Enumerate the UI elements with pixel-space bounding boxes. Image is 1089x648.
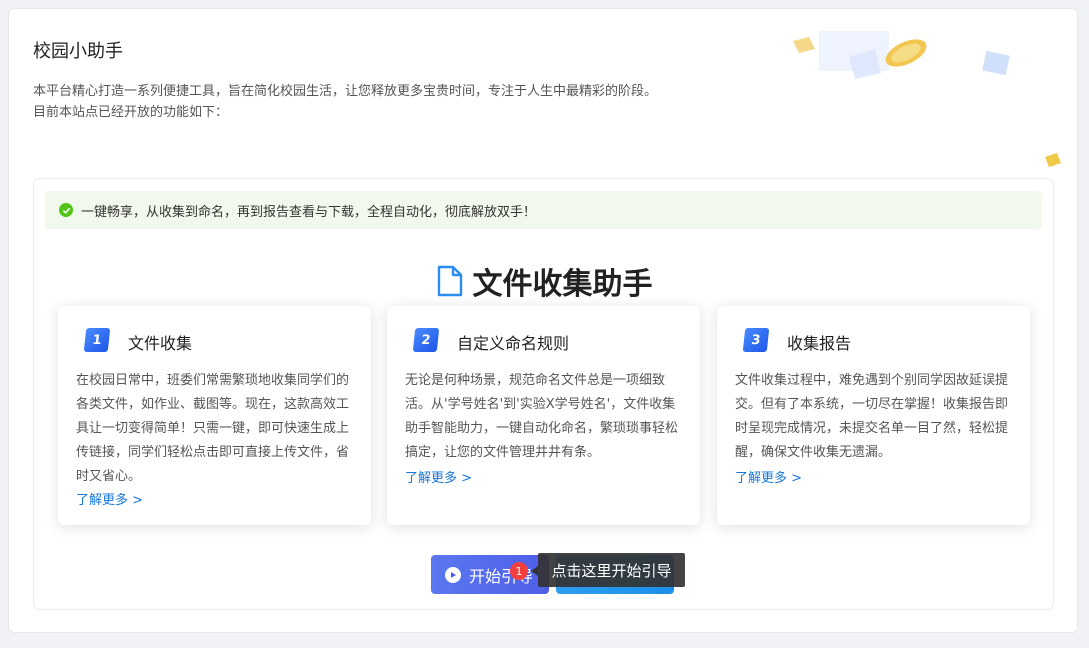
intro-line-1: 本平台精心打造一系列便捷工具，旨在简化校园生活，让您释放更多宝贵时间，专注于人生… <box>33 84 658 99</box>
feature-card-file-collection: 1 文件收集 在校园日常中，班委们常需繁琐地收集同学们的各类文件，如作业、截图等… <box>58 306 371 525</box>
step-number: 3 <box>750 332 762 348</box>
intro-text: 本平台精心打造一系列便捷工具，旨在简化校园生活，让您释放更多宝贵时间，专注于人生… <box>33 81 693 123</box>
play-icon <box>445 566 461 583</box>
feature-description: 在校园日常中，班委们常需繁琐地收集同学们的各类文件，如作业、截图等。现在，这款高… <box>76 373 350 484</box>
feature-card-naming-rules: 2 自定义命名规则 无论是何种场景，规范命名文件总是一项细致活。从'学号姓名'到… <box>387 306 700 525</box>
learn-more-link[interactable]: 了解更多 > <box>735 467 802 486</box>
page-title: 校园小助手 <box>33 41 123 62</box>
tooltip-arrow <box>531 566 538 576</box>
feature-card-report: 3 收集报告 文件收集过程中，难免遇到个别同学因故延误提交。但有了本系统，一切尽… <box>717 306 1030 525</box>
check-circle-icon <box>59 203 73 217</box>
feature-container: 一键畅享，从收集到命名，再到报告查看与下载，全程自动化，彻底解放双手！ 文件收集… <box>33 178 1054 610</box>
guide-tooltip: 点击这里开始引导 <box>538 553 685 587</box>
section-title: 文件收集助手 <box>472 267 653 302</box>
intro-line-2: 目前本站点已经开放的功能如下： <box>33 105 229 120</box>
step-number: 1 <box>91 332 103 348</box>
feature-title: 收集报告 <box>787 334 852 353</box>
feature-title: 文件收集 <box>128 334 193 353</box>
guide-step-badge: 1 <box>510 562 528 580</box>
feature-description: 文件收集过程中，难免遇到个别同学因故延误提交。但有了本系统，一切尽在掌握！收集报… <box>735 373 1009 460</box>
step-number-badge: 3 <box>742 328 770 352</box>
main-panel: 校园小助手 本平台精心打造一系列便捷工具，旨在简化校园生活，让您释放更多宝贵时间… <box>8 8 1078 633</box>
feature-title: 自定义命名规则 <box>457 334 570 353</box>
feature-description: 无论是何种场景，规范命名文件总是一项细致活。从'学号姓名'到'实验X学号姓名'，… <box>405 373 679 460</box>
notice-banner: 一键畅享，从收集到命名，再到报告查看与下载，全程自动化，彻底解放双手！ <box>45 191 1042 229</box>
section-heading: 文件收集助手 <box>34 259 1055 303</box>
decorative-illustration <box>793 31 1061 167</box>
learn-more-link[interactable]: 了解更多 > <box>76 489 143 508</box>
step-number-badge: 1 <box>83 328 111 352</box>
step-number: 2 <box>420 332 432 348</box>
document-icon <box>437 265 462 297</box>
step-number-badge: 2 <box>412 328 440 352</box>
notice-text: 一键畅享，从收集到命名，再到报告查看与下载，全程自动化，彻底解放双手！ <box>81 204 537 220</box>
learn-more-link[interactable]: 了解更多 > <box>405 467 472 486</box>
